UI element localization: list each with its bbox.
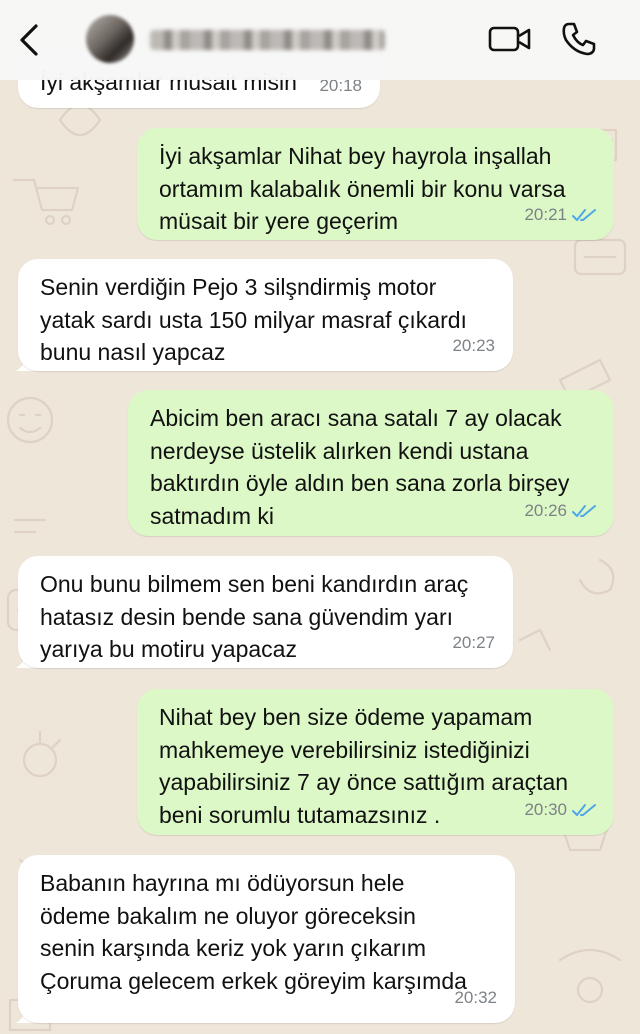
double-check-icon: [572, 208, 596, 221]
message-meta: 20:27: [452, 627, 495, 660]
message-time: 20:27: [452, 632, 495, 652]
avatar[interactable]: [86, 15, 134, 63]
outgoing-message[interactable]: İyi akşamlar Nihat bey hayrola inşallah …: [137, 128, 614, 240]
outgoing-message[interactable]: Nihat bey ben size ödeme yapamam mahkeme…: [137, 689, 614, 835]
chat-header: ████ █████ ████: [0, 0, 640, 80]
message-text: Babanın hayrına mı ödüyorsun hele ödeme …: [40, 870, 467, 994]
phone-icon[interactable]: [560, 20, 598, 58]
double-check-icon: [572, 803, 596, 816]
message-meta: 20:23: [452, 330, 495, 363]
incoming-message[interactable]: Onu bunu bilmem sen beni kandırdın araç …: [18, 556, 513, 668]
message-meta: 20:26: [524, 495, 596, 528]
message-time: 20:26: [524, 500, 567, 520]
message-text: Onu bunu bilmem sen beni kandırdın araç …: [40, 571, 469, 662]
incoming-message[interactable]: Senin verdiğin Pejo 3 silşndirmiş motor …: [18, 259, 513, 371]
message-time: 20:32: [454, 987, 497, 1007]
double-check-icon: [572, 504, 596, 517]
message-text: Senin verdiğin Pejo 3 silşndirmiş motor …: [40, 274, 467, 365]
message-meta: 20:32: [454, 982, 497, 1015]
back-chevron-icon[interactable]: [14, 22, 44, 58]
contact-name[interactable]: ████ █████ ████: [150, 30, 385, 50]
message-time: 20:30: [524, 799, 567, 819]
outgoing-message[interactable]: Abicim ben aracı sana satalı 7 ay olacak…: [128, 390, 614, 536]
message-time: 20:21: [524, 204, 567, 224]
message-meta: 20:21: [524, 199, 596, 232]
message-time: 20:23: [452, 335, 495, 355]
incoming-message[interactable]: Babanın hayrına mı ödüyorsun hele ödeme …: [18, 855, 515, 1023]
message-meta: 20:30: [524, 794, 596, 827]
video-call-icon[interactable]: [488, 22, 532, 56]
